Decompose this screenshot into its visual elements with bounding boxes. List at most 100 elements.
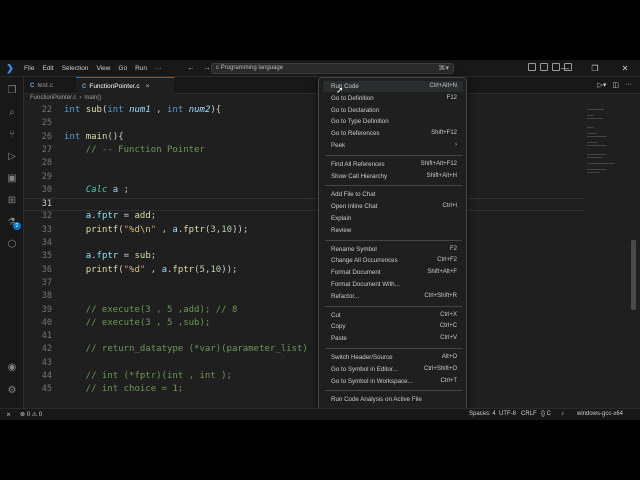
context-menu-item[interactable]: Explain (323, 213, 463, 224)
tab-functionpointer-c[interactable]: C FunctionPointer.c × (76, 77, 174, 94)
code-token: 10 (221, 224, 233, 235)
context-menu-item[interactable]: Go to Symbol in Workspace... Ctrl+T (323, 376, 463, 387)
context-menu-item[interactable]: Go to Definition F12 (323, 93, 463, 104)
code-line[interactable]: 28 (24, 158, 584, 171)
menu-item[interactable]: Selection (58, 65, 93, 72)
breadcrumb: FunctionPointer.c › main() (30, 95, 101, 101)
breadcrumb-symbol[interactable]: main() (84, 95, 101, 101)
menu-separator (325, 305, 462, 307)
context-menu-item[interactable]: Cut Ctrl+X (323, 310, 463, 321)
context-menu-item[interactable]: Run Code Analysis on Active File (323, 394, 463, 405)
menu-item[interactable]: Run (131, 65, 151, 72)
minimize-icon[interactable]: — (550, 60, 580, 77)
code-line[interactable]: 29 (24, 172, 584, 185)
menu-item-shortcut: F2 (449, 245, 457, 252)
remote-indicator-icon[interactable]: ⨯ (6, 411, 11, 418)
language-status[interactable]: {} C (541, 411, 551, 417)
code-line[interactable]: 38 (24, 291, 584, 304)
code-line[interactable]: 30 Calc a ; (24, 185, 584, 198)
context-menu-item[interactable]: Format Document Shift+Alt+F (323, 267, 463, 278)
code-line[interactable]: 32 a.fptr = add; (24, 211, 584, 224)
menu-item[interactable]: Edit (38, 65, 57, 72)
encoding-status[interactable]: UTF-8 (499, 411, 516, 417)
context-menu-item[interactable]: Paste Ctrl+V (323, 333, 463, 344)
scroll-thumb[interactable] (631, 240, 636, 310)
remote-explorer-icon[interactable]: ▣ (6, 173, 18, 185)
tab-test-c[interactable]: Ctest.c (24, 77, 76, 94)
code-line[interactable]: 31 (24, 198, 584, 212)
code-line[interactable]: 40 // execute(3 , 5 ,sub); (24, 318, 584, 331)
source-control-icon[interactable]: ⑂ (6, 129, 18, 141)
cpp-config-status[interactable]: windows-gcc-x64 (577, 411, 623, 417)
run-split-icon[interactable]: ▷▾ (597, 81, 606, 89)
code-line[interactable]: 43 (24, 358, 584, 371)
context-menu-item[interactable]: Go to Symbol in Editor... Ctrl+Shift+O (323, 364, 463, 375)
context-menu-item[interactable]: Review (323, 225, 463, 236)
menu-item[interactable]: View (92, 65, 114, 72)
context-menu-item[interactable]: Add File to Chat (323, 189, 463, 200)
code-line[interactable]: 25 (24, 118, 584, 131)
code-token: )); (232, 224, 249, 235)
indentation-status[interactable]: Spaces: 4 (469, 411, 496, 417)
split-editor-icon[interactable]: ◫ (612, 81, 619, 89)
forward-arrow-icon[interactable]: → (203, 63, 211, 72)
context-menu-item[interactable]: Run Code Ctrl+Alt+N (323, 81, 463, 92)
code-line[interactable]: 34 (24, 238, 584, 251)
context-menu-item[interactable]: Peek › (323, 140, 463, 151)
code-line[interactable]: 26 int main(){ (24, 132, 584, 145)
maximize-icon[interactable]: ❐ (580, 60, 610, 77)
context-menu-item[interactable]: Change All Occurrences Ctrl+F2 (323, 255, 463, 266)
back-arrow-icon[interactable]: ← (187, 63, 195, 72)
code-line[interactable]: 35 a.fptr = sub; (24, 251, 584, 264)
code-line[interactable]: 44 // int (*fptr)(int , int ); (24, 371, 584, 384)
menu-item[interactable]: ··· (151, 65, 166, 72)
search-icon[interactable]: ⌕ (6, 107, 18, 119)
context-menu-item[interactable]: Go to References Shift+F12 (323, 128, 463, 139)
context-menu-item[interactable]: Open Inline Chat Ctrl+I (323, 201, 463, 212)
context-menu-item[interactable]: Show Call Hierarchy Shift+Alt+H (323, 171, 463, 182)
code-line[interactable]: 41 (24, 331, 584, 344)
code-token: // -- Function Pointer (64, 144, 205, 155)
toggle-panel-icon[interactable] (540, 63, 548, 71)
more-actions-icon[interactable]: ··· (625, 81, 632, 89)
context-menu-item[interactable]: Copy Ctrl+C (323, 321, 463, 332)
close-tab-icon[interactable]: × (146, 83, 150, 90)
editor-scrollbar[interactable] (630, 105, 636, 408)
context-menu-item[interactable]: Go to Declaration (323, 105, 463, 116)
context-menu-item[interactable]: Format Document With... (323, 279, 463, 290)
settings-gear-icon[interactable]: ⚙ (6, 385, 18, 397)
code-line[interactable]: 42 // return_datatype (*var)(parameter_l… (24, 344, 584, 357)
eol-status[interactable]: CRLF (521, 411, 537, 417)
context-menu-item[interactable]: Switch Header/Source Alt+O (323, 352, 463, 363)
close-window-icon[interactable]: ✕ (610, 60, 640, 77)
line-number: 38 (41, 291, 52, 302)
extensions-icon[interactable]: ⊞ (6, 195, 18, 207)
copilot-icon[interactable]: ⌘▾ (438, 64, 449, 72)
code-line[interactable]: 36 printf("%d" , a.fptr(5,10)); (24, 265, 584, 278)
code-line[interactable]: 33 printf("%d\n" , a.fptr(3,10)); (24, 225, 584, 238)
context-menu-item[interactable]: Rename Symbol F2 (323, 244, 463, 255)
code-line[interactable]: 22 int sub(int num1 , int num2){ (24, 105, 584, 118)
code-editor[interactable]: 22 int sub(int num1 , int num2){25 26 int m… (24, 105, 584, 408)
toggle-sidebar-icon[interactable] (528, 63, 536, 71)
context-menu-item[interactable]: Refactor... Ctrl+Shift+R (323, 291, 463, 302)
menu-item[interactable]: Go (114, 65, 131, 72)
context-menu-item[interactable]: Go to Type Definition (323, 116, 463, 127)
code-line[interactable]: 27 // -- Function Pointer (24, 145, 584, 158)
run-debug-icon[interactable]: ▷ (6, 151, 18, 163)
menu-item[interactable]: File (20, 65, 38, 72)
testing-icon[interactable]: ⚗ (6, 217, 18, 229)
code-line[interactable]: 39 // execute(3 , 5 ,add); // 8 (24, 305, 584, 318)
minimap[interactable] (585, 105, 625, 225)
containers-icon[interactable]: ⬡ (6, 239, 18, 251)
bell-icon[interactable]: ♪ (561, 411, 564, 417)
account-icon[interactable]: ◉ (6, 362, 18, 374)
breadcrumb-file[interactable]: FunctionPointer.c (30, 95, 76, 101)
code-line[interactable]: 37 (24, 278, 584, 291)
explorer-icon[interactable]: ❐ (6, 85, 18, 97)
code-line[interactable]: 45 // int choice = 1; (24, 384, 584, 397)
context-menu-item[interactable]: Find All References Shift+Alt+F12 (323, 159, 463, 170)
problems-indicator[interactable]: ⊗ 0 ⚠ 0 (20, 411, 42, 418)
command-center-search[interactable]: c Programming language ⌘▾ (211, 63, 454, 74)
